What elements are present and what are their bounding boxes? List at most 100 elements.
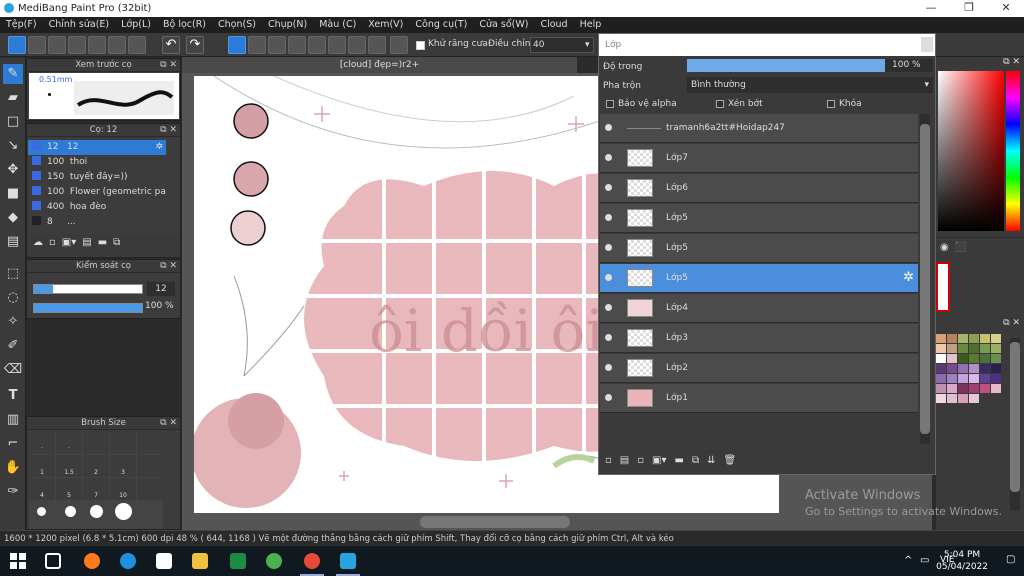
dot-tool-icon[interactable]: □ (3, 112, 23, 132)
palette-swatch[interactable] (991, 354, 1001, 363)
new-1bit-layer-icon[interactable]: ▫ (637, 455, 644, 471)
brush-item[interactable]: 100 Flower (geometric patt (28, 185, 166, 200)
palette-swatch[interactable] (991, 374, 1001, 383)
size-cell[interactable]: 1.5 (56, 455, 82, 477)
palette-swatch[interactable] (958, 334, 968, 343)
select-eraser-tool-icon[interactable]: ⌫ (3, 360, 23, 380)
layer-opacity-slider[interactable]: 100 % (687, 59, 933, 72)
size-dot[interactable] (37, 507, 46, 516)
magic-wand-tool-icon[interactable]: ✧ (3, 312, 23, 332)
palette-swatch[interactable] (947, 354, 957, 363)
layer-row[interactable]: Lớp7 (600, 144, 918, 173)
fill-rect-tool-icon[interactable]: ■ (3, 184, 23, 204)
palette-swatch[interactable] (991, 394, 1001, 403)
palette-swatch[interactable] (969, 364, 979, 373)
menu-select[interactable]: Chọn(S) (212, 17, 262, 33)
eyedropper-tool-icon[interactable]: ⌐ (3, 434, 23, 454)
layer-row[interactable]: Lớp1 (600, 384, 918, 413)
size-cell[interactable]: 7 (83, 478, 109, 500)
gradation-tool-icon[interactable]: ▤ (3, 232, 23, 252)
new-layer-icon[interactable]: ▫ (605, 455, 612, 471)
vanishing-snap-icon[interactable] (288, 36, 306, 54)
palette-scrollbar[interactable] (1010, 338, 1020, 510)
menu-view[interactable]: Xem(V) (362, 17, 409, 33)
palette-swatch[interactable] (958, 374, 968, 383)
palette-swatch[interactable] (936, 354, 946, 363)
tray-chevron-icon[interactable]: ^ (904, 555, 912, 566)
scrollbar-thumb[interactable] (1010, 342, 1020, 492)
edge-icon[interactable] (120, 553, 136, 569)
comment-icon[interactable] (68, 36, 86, 54)
antialias-checkbox[interactable] (416, 41, 425, 50)
volume-icon[interactable]: ▭ (920, 555, 929, 566)
menu-layer[interactable]: Lớp(L) (115, 17, 157, 33)
gear-icon[interactable]: ✲ (155, 140, 163, 155)
page-manager-icon[interactable] (108, 36, 126, 54)
palette-swatch[interactable] (980, 344, 990, 353)
snap-off-icon[interactable] (228, 36, 246, 54)
move-tool-icon[interactable]: ✥ (3, 160, 23, 180)
eye-icon[interactable] (605, 304, 612, 311)
minimize-button[interactable]: — (920, 1, 942, 14)
horizontal-scrollbar[interactable] (420, 516, 570, 528)
add-brush-icon[interactable]: ▣▾ (62, 237, 76, 253)
medibang-icon[interactable] (340, 553, 356, 569)
palette-swatch[interactable] (969, 354, 979, 363)
chrome-icon[interactable] (266, 553, 282, 569)
grid-icon[interactable] (128, 36, 146, 54)
palette-swatch[interactable] (980, 354, 990, 363)
palette-swatch[interactable] (969, 374, 979, 383)
brush-item[interactable]: 400 hoa đèo (28, 200, 166, 215)
eye-icon[interactable] (605, 244, 612, 251)
brush-folder-icon[interactable]: ▬ (98, 237, 107, 253)
palette-swatch[interactable] (936, 384, 946, 393)
palette-swatch[interactable] (969, 384, 979, 393)
panel-close-icon[interactable]: ⧉ ✕ (160, 124, 177, 137)
color-picker-square[interactable] (938, 71, 1004, 231)
palette-swatch[interactable] (958, 364, 968, 373)
size-cell[interactable] (110, 432, 136, 454)
palette-swatch[interactable] (947, 394, 957, 403)
current-color-swatch[interactable] (936, 262, 950, 312)
redo-icon[interactable]: ↷ (186, 36, 204, 54)
lock-checkbox[interactable] (827, 100, 835, 108)
brush-size-value[interactable]: 12 (147, 282, 175, 296)
add-layer-menu-icon[interactable]: ▣▾ (652, 455, 666, 471)
layer-row[interactable]: Lớp5 (600, 234, 918, 263)
palette-swatch[interactable] (947, 364, 957, 373)
task-view-icon[interactable] (45, 553, 61, 569)
size-cell[interactable]: 2 (83, 455, 109, 477)
eye-icon[interactable] (605, 394, 612, 401)
size-cell[interactable]: . (29, 432, 55, 454)
curve-snap-icon[interactable] (348, 36, 366, 54)
share-icon[interactable] (28, 36, 46, 54)
menu-file[interactable]: Tệp(F) (0, 17, 43, 33)
size-cell[interactable]: 4 (29, 478, 55, 500)
cloud-save-icon[interactable] (8, 36, 26, 54)
eye-icon[interactable] (605, 274, 612, 281)
size-cell[interactable]: 1 (29, 455, 55, 477)
palette-swatch[interactable] (991, 364, 1001, 373)
menu-cloud[interactable]: Cloud (534, 17, 573, 33)
menu-filter[interactable]: Bộ lọc(R) (157, 17, 212, 33)
palette-swatch[interactable] (980, 394, 990, 403)
focus-snap-icon[interactable] (368, 36, 386, 54)
delete-layer-icon[interactable]: 🗑 (723, 455, 736, 471)
menu-snap[interactable]: Chụp(N) (262, 17, 313, 33)
layer-row[interactable]: Lớp4 (600, 294, 918, 323)
brush-opacity-slider[interactable] (33, 303, 143, 313)
palette-swatch[interactable] (980, 364, 990, 373)
brush-tool-icon[interactable]: ✎ (3, 64, 23, 84)
hand-tool-icon[interactable]: ✋ (3, 458, 23, 478)
chat-icon[interactable] (48, 36, 66, 54)
palette-swatch[interactable] (936, 374, 946, 383)
text-tool-icon[interactable]: T (3, 386, 23, 406)
palette-swatch[interactable] (947, 384, 957, 393)
palette-swatch[interactable] (958, 354, 968, 363)
palette-swatch[interactable] (980, 384, 990, 393)
close-button[interactable]: ✕ (995, 1, 1017, 14)
firefox-icon[interactable] (84, 553, 100, 569)
new-halftone-layer-icon[interactable]: ▤ (620, 455, 629, 471)
palette-swatch[interactable] (947, 344, 957, 353)
clipping-checkbox[interactable] (716, 100, 724, 108)
